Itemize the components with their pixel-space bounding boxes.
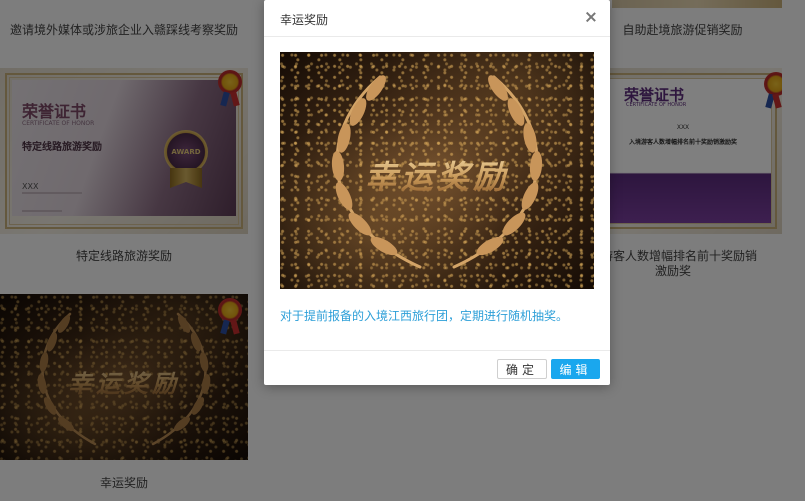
reward-description: 对于提前报备的入境江西旅行团，定期进行随机抽奖。 — [280, 309, 569, 323]
lucky-art-text: 幸运奖励 — [280, 152, 594, 198]
close-icon[interactable] — [584, 10, 598, 24]
dialog-footer: 确定 编辑 — [264, 350, 610, 386]
edit-button[interactable]: 编辑 — [551, 359, 600, 379]
reward-image: 幸运奖励 — [280, 52, 594, 289]
confirm-button[interactable]: 确定 — [497, 359, 547, 379]
dialog-header: 幸运奖励 — [264, 0, 610, 37]
dialog-title: 幸运奖励 — [280, 13, 329, 27]
reward-detail-dialog: 幸运奖励 幸运奖励 对于提前报备的入境江西旅行团，定期进行随机抽奖。 确定 编辑 — [264, 0, 610, 385]
